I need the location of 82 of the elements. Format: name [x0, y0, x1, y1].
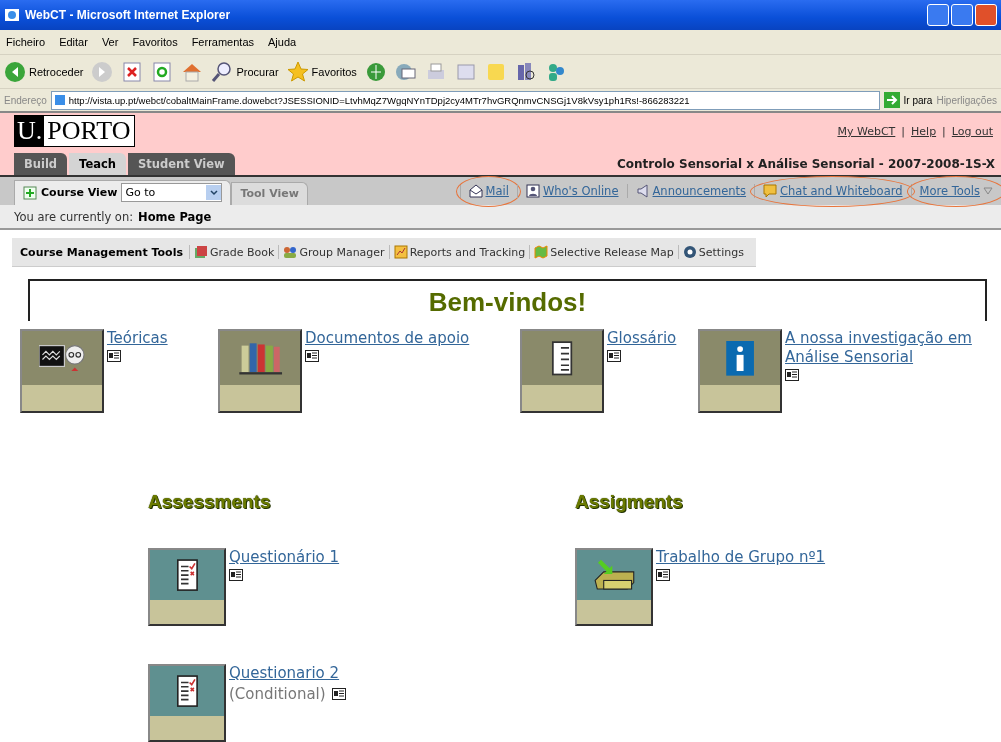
section-heading: Assigments [575, 491, 684, 513]
view-tab[interactable]: Course View Go to [14, 179, 232, 205]
item-link[interactable]: Questionario 2 [229, 664, 346, 683]
tool-link[interactable]: Chat and Whiteboard [754, 183, 911, 198]
menu-item[interactable]: Ver [101, 35, 119, 48]
star-icon[interactable] [286, 60, 309, 83]
item-link[interactable]: Trabalho de Grupo nº1 [656, 548, 826, 567]
details-icon[interactable] [607, 350, 621, 362]
close-button[interactable] [975, 3, 997, 26]
logo: U. PORTO [14, 115, 135, 148]
map-icon [534, 245, 549, 260]
dropdown-triangle-icon [983, 186, 993, 195]
go-arrow-icon[interactable] [883, 92, 900, 109]
megaphone-icon [635, 183, 650, 198]
role-tab[interactable]: Build [14, 152, 68, 175]
breadcrumb-page: Home Page [138, 209, 212, 224]
item-link[interactable]: A nossa investigação em Análise Sensorial [785, 329, 998, 367]
caret-icon [209, 189, 218, 196]
address-field[interactable]: http://vista.up.pt/webct/cobaltMainFrame.dowebct?JSESSIONID=LtvhMqZ7WgqNYnTDpj2cy4MTr7hvGRQnmvCNSGj1V8kVsy1ph1Rs!-866283221 [50, 90, 880, 110]
item-link[interactable]: Documentos de apoio [305, 329, 470, 348]
separator: | [942, 125, 946, 139]
group-icon [283, 245, 298, 260]
header-link[interactable]: Help [911, 125, 937, 139]
menu-item[interactable]: Editar [59, 35, 88, 48]
address-label: Endereço [4, 94, 47, 106]
item-note: (Conditional) [229, 685, 326, 703]
gradebook-icon [194, 245, 208, 260]
tool-link[interactable]: More Tools [910, 183, 1001, 198]
management-tool[interactable]: Selective Release Map [529, 245, 678, 260]
goto-select[interactable]: Go to [121, 183, 223, 203]
separator: | [901, 125, 906, 139]
menu-item[interactable]: Ajuda [268, 35, 297, 48]
checklist-icon[interactable] [148, 664, 226, 742]
management-label: Course Management Tools [19, 245, 184, 259]
section-heading: Assessments [148, 491, 272, 513]
management-tool[interactable]: Group Manager [278, 245, 389, 260]
minimize-button[interactable] [927, 3, 949, 26]
details-icon[interactable] [229, 569, 243, 581]
tool-link[interactable]: Announcements [626, 183, 755, 198]
tool-link[interactable]: Mail [459, 183, 517, 198]
details-icon[interactable] [107, 350, 121, 362]
menu-item[interactable]: Favoritos [132, 35, 178, 48]
lecture-board-icon[interactable] [20, 329, 104, 413]
management-tool[interactable]: Settings [677, 245, 748, 260]
header-link[interactable]: Log out [951, 125, 993, 139]
item-link[interactable]: Questionário 1 [229, 548, 340, 567]
tool-link[interactable]: Who's Online [516, 183, 627, 198]
menu-item[interactable]: Ferramentas [191, 35, 254, 48]
report-icon [393, 245, 408, 260]
search-icon[interactable] [211, 60, 234, 83]
menu-item[interactable]: Ficheiro [6, 35, 46, 48]
header-link[interactable]: My WebCT [837, 125, 896, 139]
management-tool[interactable]: Grade Book [189, 245, 279, 260]
restore-button[interactable] [951, 3, 973, 26]
person-icon [525, 183, 540, 198]
window-title: WebCT - Microsoft Internet Explorer [25, 7, 231, 22]
breadcrumb-label: You are currently on: [14, 209, 134, 224]
toolbar-button[interactable]: Retroceder [4, 60, 84, 83]
role-tab[interactable]: Student View [127, 152, 235, 175]
details-icon[interactable] [656, 569, 670, 581]
item-link[interactable]: Glossário [607, 329, 677, 348]
refresh-icon[interactable] [151, 60, 174, 83]
browser-icon [4, 6, 20, 23]
details-icon[interactable] [331, 688, 346, 700]
item-link[interactable]: Teóricas [107, 329, 168, 348]
course-title: Controlo Sensorial x Análise Sensorial - 2007-2008-1S-X [617, 156, 996, 173]
toolbar-button[interactable]: Procurar [211, 60, 279, 83]
info-icon[interactable] [698, 329, 782, 413]
speech-bubble-icon [763, 183, 778, 198]
course-view-icon [23, 185, 37, 200]
role-tab[interactable]: Teach [69, 152, 126, 175]
details-icon[interactable] [785, 369, 799, 381]
checklist-icon[interactable] [148, 548, 226, 626]
welcome-heading: Bem-vindos! [428, 287, 587, 320]
details-icon[interactable] [305, 350, 319, 362]
books-icon[interactable] [218, 329, 302, 413]
toolbar-button[interactable]: Favoritos [286, 60, 357, 83]
glossary-list-icon[interactable] [520, 329, 604, 413]
settings-icon [682, 245, 697, 260]
go-button[interactable]: Ir para [903, 94, 933, 106]
management-tool[interactable]: Reports and Tracking [388, 245, 530, 260]
stop-icon[interactable] [121, 60, 144, 83]
